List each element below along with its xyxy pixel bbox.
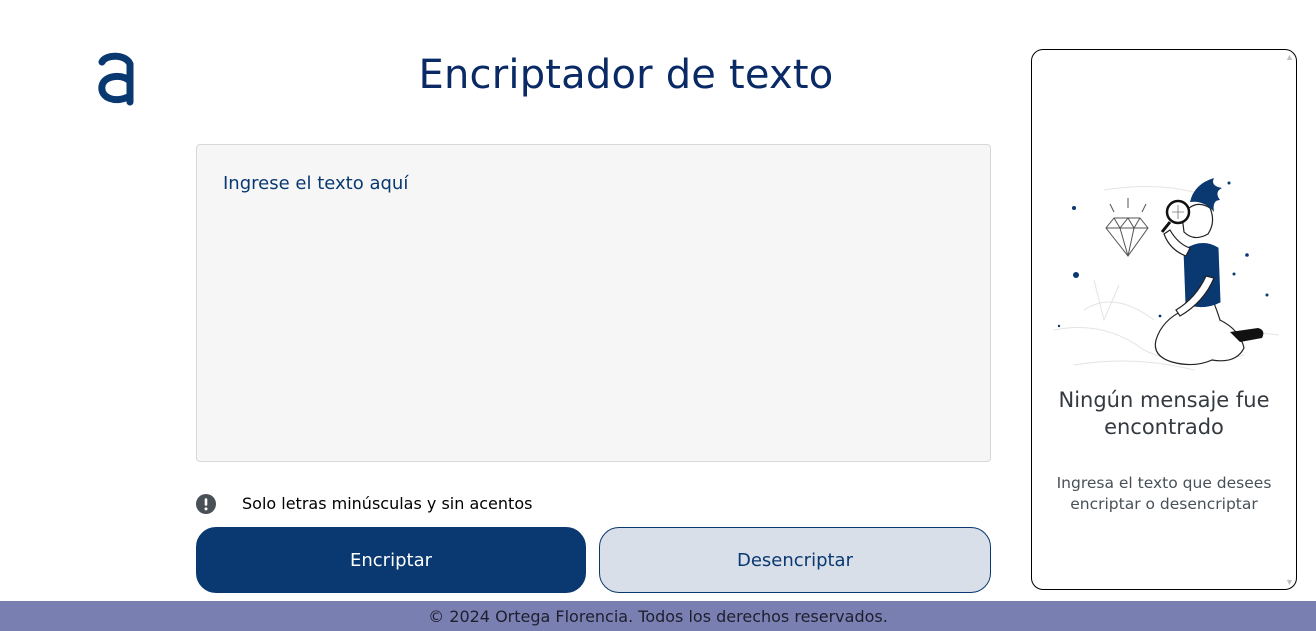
hint-text: Solo letras minúsculas y sin acentos bbox=[242, 494, 533, 513]
empty-message-title: Ningún mensaje fue encontrado bbox=[1058, 388, 1270, 439]
input-hint: Solo letras minúsculas y sin acentos bbox=[196, 494, 532, 514]
page-title: Encriptador de texto bbox=[418, 52, 834, 98]
encrypt-button[interactable]: Encriptar bbox=[196, 527, 586, 593]
scroll-up-icon[interactable]: ▲ bbox=[1285, 52, 1294, 62]
exclamation-circle-icon bbox=[196, 494, 216, 514]
decrypt-button[interactable]: Desencriptar bbox=[599, 527, 991, 593]
footer-copyright: © 2024 Ortega Florencia. Todos los derec… bbox=[428, 606, 888, 626]
text-input[interactable] bbox=[196, 144, 991, 462]
person-with-magnifier-illustration bbox=[1053, 178, 1280, 371]
logo-icon bbox=[98, 52, 134, 106]
output-panel: Ningún mensaje fue encontrado Ingresa el… bbox=[1031, 49, 1297, 590]
output-panel-scrollbar[interactable]: ▲ ▼ bbox=[1283, 50, 1295, 589]
empty-message-subtitle: Ingresa el texto que desees encriptar o … bbox=[1056, 474, 1272, 513]
scroll-down-icon[interactable]: ▼ bbox=[1285, 577, 1294, 587]
footer: © 2024 Ortega Florencia. Todos los derec… bbox=[0, 601, 1316, 631]
